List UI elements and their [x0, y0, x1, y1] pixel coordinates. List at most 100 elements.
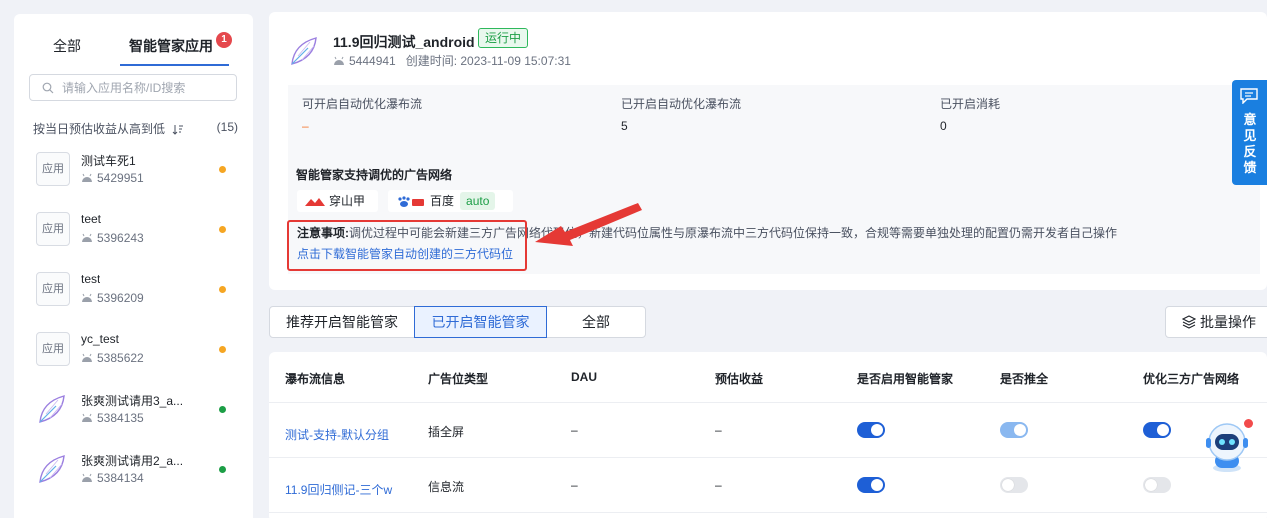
- search-input[interactable]: [62, 78, 232, 97]
- ad-type: 信息流: [428, 480, 465, 494]
- search-icon: [42, 82, 54, 94]
- app-name: 张爽测试请用3_a...: [81, 394, 184, 408]
- app-list-item[interactable]: 张爽测试请用2_a... 5384134: [36, 452, 241, 500]
- stat-optimizable: 可开启自动优化瀑布流 –: [302, 95, 422, 133]
- app-id-value: 5396243: [97, 231, 144, 245]
- sidebar-tabs: 全部 智能管家应用 1: [14, 14, 253, 68]
- app-id-value: 5396209: [97, 291, 144, 305]
- app-icon: 应用: [36, 272, 70, 306]
- app-name: 测试车死1: [81, 154, 136, 168]
- column-header: 是否推全: [1000, 372, 1049, 386]
- network-chip-baidu: 百度 auto: [388, 190, 513, 212]
- app-list-item[interactable]: 应用 测试车死1 5429951: [36, 152, 241, 200]
- filter-segmented-control: 推荐开启智能管家 已开启智能管家 全部: [269, 306, 646, 338]
- network-name: 穿山甲: [329, 194, 366, 208]
- revenue-value: –: [715, 478, 722, 492]
- android-icon: [82, 173, 92, 182]
- feedback-button[interactable]: 意见反馈: [1232, 80, 1267, 185]
- search-box: [29, 74, 237, 101]
- app-list-item[interactable]: 应用 test 5396209: [36, 272, 241, 320]
- smart-manager-toggle[interactable]: [857, 422, 885, 438]
- status-dot: [219, 286, 226, 293]
- app-name: 张爽测试请用2_a...: [81, 454, 184, 468]
- dau-value: –: [571, 478, 578, 492]
- column-header: DAU: [571, 370, 597, 384]
- status-dot: [219, 346, 226, 353]
- stat-value: –: [302, 119, 309, 133]
- full-push-toggle[interactable]: [1000, 477, 1028, 493]
- network-chip-pangle: 穿山甲: [297, 190, 378, 212]
- android-icon: [82, 293, 92, 302]
- app-name: teet: [81, 212, 102, 226]
- pangle-logo-icon: [305, 197, 325, 206]
- app-name: yc_test: [81, 332, 120, 346]
- app-id-value: 5385622: [97, 351, 144, 365]
- column-header: 预估收益: [715, 372, 764, 386]
- row-divider: [269, 402, 1267, 403]
- sort-label[interactable]: 按当日预估收益从高到低: [33, 122, 165, 136]
- android-icon: [334, 56, 344, 65]
- leaf-logo-icon: [291, 37, 317, 65]
- column-header: 优化三方广告网络: [1143, 372, 1240, 386]
- app-title: 11.9回归测试_android: [333, 34, 475, 50]
- status-badge: 运行中: [478, 28, 529, 48]
- android-icon: [82, 353, 92, 362]
- status-dot: [219, 466, 226, 473]
- app-id-value: 5444941: [349, 54, 396, 68]
- feedback-label: 意见反馈: [1243, 112, 1257, 175]
- ad-type: 插全屏: [428, 425, 465, 439]
- app-list-item[interactable]: 应用 yc_test 5385622: [36, 332, 241, 380]
- row-divider: [269, 512, 1267, 513]
- stat-consumption: 已开启消耗 0: [940, 95, 1000, 133]
- sort-row: 按当日预估收益从高到低 (15): [33, 120, 238, 137]
- batch-operation-button[interactable]: 批量操作: [1165, 306, 1267, 338]
- waterfall-name-link[interactable]: 11.9回归侧记-三个w: [285, 481, 392, 498]
- status-dot: [219, 226, 226, 233]
- app-id: 5385622: [81, 351, 144, 365]
- leaf-logo-icon: [39, 395, 65, 423]
- app-name: test: [81, 272, 101, 286]
- android-icon: [82, 233, 92, 242]
- stats-panel: 可开启自动优化瀑布流 – 已开启自动优化瀑布流 5 已开启消耗 0: [288, 85, 1260, 152]
- waterfall-table: 瀑布流信息 广告位类型 DAU 预估收益 是否启用智能管家 是否推全 优化三方广…: [269, 352, 1267, 518]
- waterfall-name-link[interactable]: 测试-支持-默认分组: [285, 426, 389, 443]
- column-header: 是否启用智能管家: [857, 372, 954, 386]
- app-id-value: 5384134: [97, 471, 144, 485]
- stat-label: 已开启消耗: [940, 97, 1001, 111]
- batch-label: 批量操作: [1200, 314, 1256, 330]
- message-icon: [1240, 88, 1258, 104]
- app-id: 5429951: [81, 171, 144, 185]
- app-id: 5384134: [81, 471, 144, 485]
- tab-smart-manager-apps[interactable]: 智能管家应用: [129, 36, 213, 56]
- optimize-network-toggle[interactable]: [1143, 477, 1171, 493]
- app-icon: 应用: [36, 152, 70, 186]
- filter-enabled[interactable]: 已开启智能管家: [414, 306, 547, 338]
- auto-tag: auto: [460, 192, 496, 210]
- sort-descending-icon[interactable]: [172, 124, 184, 136]
- full-push-toggle[interactable]: [1000, 422, 1028, 438]
- dau-value: –: [571, 423, 578, 437]
- filter-all[interactable]: 全部: [546, 306, 646, 338]
- app-icon: 应用: [36, 212, 70, 246]
- app-sidebar: 全部 智能管家应用 1 按当日预估收益从高到低 (15) 应用 测试车死1 54…: [14, 14, 253, 518]
- annotation-highlight-box: [287, 220, 527, 271]
- app-id: 5384135: [81, 411, 144, 425]
- stat-value: 5: [621, 119, 628, 133]
- app-id: 5396243: [81, 231, 144, 245]
- network-name: 百度: [430, 194, 455, 208]
- app-id-value: 5429951: [97, 171, 144, 185]
- filter-recommended[interactable]: 推荐开启智能管家: [269, 306, 415, 338]
- baidu-logo-icon: [398, 196, 424, 207]
- stat-label: 可开启自动优化瀑布流: [302, 97, 423, 111]
- status-dot: [219, 406, 226, 413]
- app-list-item[interactable]: 张爽测试请用3_a... 5384135: [36, 392, 241, 440]
- app-id-value: 5384135: [97, 411, 144, 425]
- tab-all[interactable]: 全部: [53, 36, 81, 56]
- optimize-network-toggle[interactable]: [1143, 422, 1171, 438]
- app-list-item[interactable]: 应用 teet 5396243: [36, 212, 241, 260]
- app-icon: 应用: [36, 332, 70, 366]
- smart-manager-toggle[interactable]: [857, 477, 885, 493]
- network-section-title: 智能管家支持调优的广告网络: [296, 168, 453, 182]
- android-icon: [82, 413, 92, 422]
- stat-label: 已开启自动优化瀑布流: [621, 97, 742, 111]
